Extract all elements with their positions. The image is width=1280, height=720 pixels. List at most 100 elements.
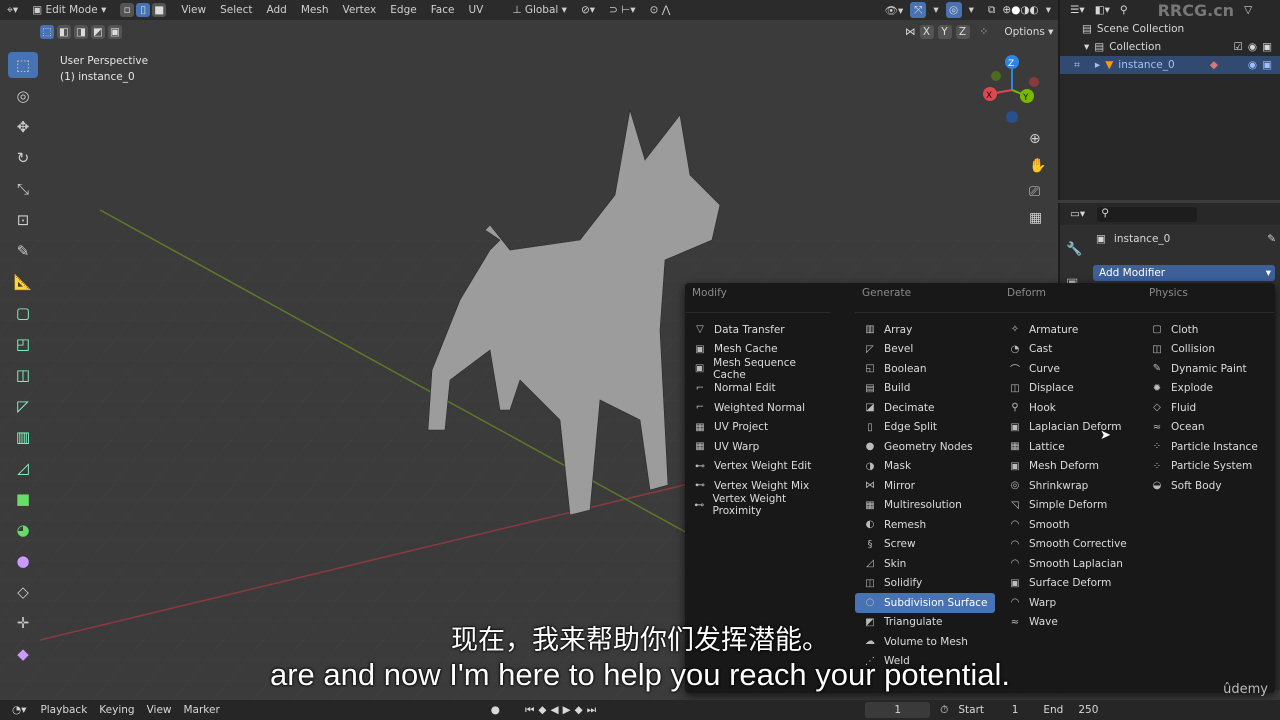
shading-material-icon[interactable]: ◑	[1020, 4, 1029, 16]
menu-item-vertex-weight-proximity[interactable]: ⊷ Vertex Weight Proximity	[685, 493, 825, 517]
menu-item-shrinkwrap[interactable]: ◎ Shrinkwrap	[1000, 476, 1140, 496]
spin-tool[interactable]: ◕	[8, 517, 38, 543]
menu-item-weighted-normal[interactable]: ⌐ Weighted Normal	[685, 398, 825, 418]
outliner-item-instance[interactable]: ⌗ ▸ ▼ instance_0 ◆ ◉ ▣	[1060, 56, 1280, 74]
start-frame-field[interactable]: Start 1	[958, 704, 1018, 716]
editor-type-icon[interactable]: ▭▾	[1070, 208, 1085, 220]
menu-item-fluid[interactable]: ◇ Fluid	[1142, 398, 1280, 418]
extrude-tool[interactable]: ◰	[8, 331, 38, 357]
menu-item-smooth[interactable]: ◠ Smooth	[1000, 515, 1140, 535]
select-invert-icon[interactable]: ◩	[91, 25, 105, 39]
xray-icon[interactable]: ⧉	[981, 4, 1003, 17]
menu-item-ocean[interactable]: ≈ Ocean	[1142, 418, 1280, 438]
annotate-tool[interactable]: ✎	[8, 238, 38, 264]
edge-select-icon[interactable]: ▯	[136, 3, 151, 17]
cursor-tool[interactable]: ◎	[8, 83, 38, 109]
menu-item-screw[interactable]: § Screw	[855, 535, 995, 555]
search-field[interactable]: ⚲	[1097, 206, 1198, 222]
face-select-icon[interactable]: ■	[152, 3, 167, 17]
menu-item-laplacian-deform[interactable]: ▣ Laplacian Deform	[1000, 418, 1140, 438]
menu-item-mesh-sequence-cache[interactable]: ▣ Mesh Sequence Cache	[685, 357, 825, 381]
pin-icon[interactable]: ✎	[1267, 233, 1276, 245]
menu-item-mask[interactable]: ◑ Mask	[855, 457, 995, 477]
scale-tool[interactable]: ⤡	[8, 176, 38, 202]
add-modifier-dropdown[interactable]: Add Modifier ▾	[1093, 265, 1275, 281]
search-icon[interactable]: ⚲	[1120, 4, 1128, 16]
inset-tool[interactable]: ◫	[8, 362, 38, 388]
menu-vertex[interactable]: Vertex	[336, 4, 384, 16]
menu-uv[interactable]: UV	[461, 4, 490, 16]
select-extend-icon[interactable]: ◧	[57, 25, 71, 39]
shear-tool[interactable]: ◇	[8, 579, 38, 605]
select-intersect-icon[interactable]: ▣	[108, 25, 122, 39]
poly-build-tool[interactable]: ■	[8, 486, 38, 512]
eye-icon[interactable]: ◉	[1248, 59, 1257, 71]
menu-item-bevel[interactable]: ◸ Bevel	[855, 340, 995, 360]
keyframe-dot-icon[interactable]: ●	[491, 704, 500, 716]
visibility-icon[interactable]: 👁▾	[878, 4, 911, 17]
eye-icon[interactable]: ◉	[1248, 41, 1257, 53]
playback-controls[interactable]: ⏮◆◀▶◆⏭	[525, 704, 600, 717]
bevel-tool[interactable]: ◸	[8, 393, 38, 419]
menu-item-data-transfer[interactable]: ▽ Data Transfer	[685, 320, 825, 340]
menu-item-displace[interactable]: ◫ Displace	[1000, 379, 1140, 399]
menu-item-armature[interactable]: ✧ Armature	[1000, 320, 1140, 340]
select-new-icon[interactable]: ⬚	[40, 25, 54, 39]
measure-tool[interactable]: 📐	[8, 269, 38, 295]
menu-view[interactable]: View	[174, 4, 213, 16]
zoom-icon[interactable]: ⊕	[1029, 131, 1041, 147]
menu-item-warp[interactable]: ◠ Warp	[1000, 593, 1140, 613]
timeline-menu-view[interactable]: View	[141, 704, 178, 716]
gizmo-toggle-icon[interactable]: ⤧	[910, 2, 927, 18]
mode-select[interactable]: ▣ Edit Mode ▾	[25, 4, 120, 16]
menu-item-mesh-deform[interactable]: ▣ Mesh Deform	[1000, 457, 1140, 477]
stopwatch-icon[interactable]: ⏱	[940, 704, 948, 717]
menu-select[interactable]: Select	[213, 4, 259, 16]
menu-item-collision[interactable]: ◫ Collision	[1142, 340, 1280, 360]
proportional-edit-icon[interactable]: ⊙ ⋀	[643, 4, 678, 16]
menu-item-cloth[interactable]: ▢ Cloth	[1142, 320, 1280, 340]
filter-icon[interactable]: ▽	[1244, 4, 1252, 16]
options-dropdown[interactable]: Options ▾	[1004, 26, 1053, 38]
mirror-y-toggle[interactable]: Y	[937, 25, 952, 39]
menu-item-boolean[interactable]: ◱ Boolean	[855, 359, 995, 379]
outliner-item-scene-collection[interactable]: ▤ Scene Collection	[1060, 20, 1280, 38]
menu-item-curve[interactable]: ⌒ Curve	[1000, 359, 1140, 379]
menu-item-surface-deform[interactable]: ▣ Surface Deform	[1000, 574, 1140, 594]
camera-render-icon[interactable]: ▣	[1262, 59, 1272, 71]
editor-type-icon[interactable]: ◔▾	[0, 704, 34, 716]
menu-item-particle-system[interactable]: ⁘ Particle System	[1142, 457, 1280, 477]
shading-wireframe-icon[interactable]: ⊕	[1002, 4, 1011, 16]
move-tool[interactable]: ✥	[8, 114, 38, 140]
end-frame-field[interactable]: End 250	[1043, 704, 1098, 716]
menu-face[interactable]: Face	[424, 4, 462, 16]
menu-item-mirror[interactable]: ⋈ Mirror	[855, 476, 995, 496]
menu-item-soft-body[interactable]: ◒ Soft Body	[1142, 476, 1280, 496]
menu-item-explode[interactable]: ✹ Explode	[1142, 379, 1280, 399]
smooth-tool[interactable]: ●	[8, 548, 38, 574]
outliner-item-collection[interactable]: ▾ ▤ Collection ☑ ◉ ▣	[1060, 38, 1280, 56]
loop-cut-tool[interactable]: ▥	[8, 424, 38, 450]
checkbox-icon[interactable]: ☑	[1233, 41, 1242, 53]
menu-item-particle-instance[interactable]: ⁘ Particle Instance	[1142, 437, 1280, 457]
menu-item-skin[interactable]: ◿ Skin	[855, 554, 995, 574]
transform-tool[interactable]: ⊡	[8, 207, 38, 233]
select-subtract-icon[interactable]: ◨	[74, 25, 88, 39]
auto-merge-icon[interactable]: ⁘	[980, 26, 989, 38]
menu-item-solidify[interactable]: ◫ Solidify	[855, 574, 995, 594]
shading-rendered-icon[interactable]: ◐	[1030, 4, 1039, 16]
shading-solid-icon[interactable]: ●	[1011, 4, 1020, 16]
menu-item-edge-split[interactable]: ▯ Edge Split	[855, 418, 995, 438]
editor-type-icon[interactable]: ⌖▾	[0, 4, 25, 17]
add-cube-tool[interactable]: ▢	[8, 300, 38, 326]
navigation-gizmo[interactable]: Z Y X	[983, 55, 1039, 123]
vertex-select-icon[interactable]: ▫	[120, 3, 135, 17]
mirror-icon[interactable]: ⋈	[905, 26, 916, 38]
menu-item-multiresolution[interactable]: ▦ Multiresolution	[855, 496, 995, 516]
display-mode-icon[interactable]: ☰▾	[1070, 4, 1085, 16]
menu-item-array[interactable]: ▥ Array	[855, 320, 995, 340]
menu-item-lattice[interactable]: ▦ Lattice	[1000, 437, 1140, 457]
mirror-x-toggle[interactable]: X	[919, 25, 934, 39]
pivot-icon[interactable]: ⊘▾	[574, 4, 602, 16]
overlay-toggle-icon[interactable]: ◎	[945, 2, 962, 18]
